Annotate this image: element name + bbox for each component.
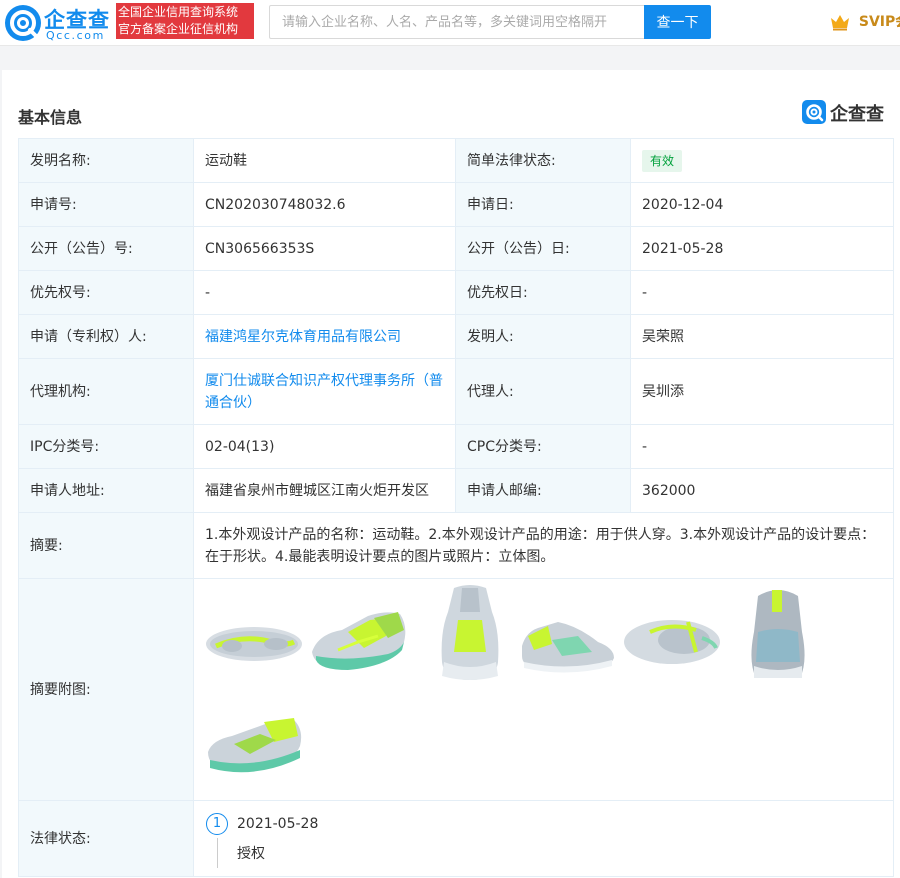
table-row: 公开（公告）号: CN306566353S 公开（公告）日: 2021-05-2… [18, 226, 894, 271]
watermark-brand-name: 企查查 [830, 104, 884, 125]
abstract-value: 1.本外观设计产品的名称：运动鞋。2.本外观设计产品的用途：用于供人穿。3.本外… [193, 512, 894, 579]
table-row: 摘要: 1.本外观设计产品的名称：运动鞋。2.本外观设计产品的用途：用于供人穿。… [18, 512, 894, 579]
address-label: 申请人地址: [18, 468, 194, 513]
shoe-image-back[interactable] [420, 582, 520, 682]
shoe-image-front[interactable] [728, 582, 828, 682]
inventor-value: 吴荣照 [630, 314, 894, 359]
top-navbar: 企查查 Qcc.com 全国企业信用查询系统 官方备案企业征信机构 查一下 SV… [0, 0, 900, 46]
app-no-value: CN202030748032.6 [193, 182, 456, 227]
search-button[interactable]: 查一下 [644, 5, 711, 39]
shoe-image-side-left[interactable] [518, 596, 618, 696]
shoe-image-side-right[interactable] [308, 590, 408, 690]
priority-date-value: - [630, 270, 894, 315]
legal-status-cell: 有效 [630, 138, 894, 183]
invention-name-label: 发明名称: [18, 138, 194, 183]
applicant-cell: 福建鸿星尔克体育用品有限公司 [193, 314, 456, 359]
cpc-label: CPC分类号: [455, 424, 631, 469]
applicant-link[interactable]: 福建鸿星尔克体育用品有限公司 [205, 329, 401, 345]
pub-no-value: CN306566353S [193, 226, 456, 271]
timeline-step-number: 1 [206, 812, 228, 835]
legal-cell: 1 2021-05-28 授权 [193, 800, 894, 877]
priority-date-label: 优先权日: [455, 270, 631, 315]
app-date-label: 申请日: [455, 182, 631, 227]
abstract-label: 摘要: [18, 512, 194, 579]
postcode-value: 362000 [630, 468, 894, 513]
ipc-value: 02-04(13) [193, 424, 456, 469]
table-row: 代理机构: 厦门仕诚联合知识产权代理事务所（普通合伙） 代理人: 吴圳添 [18, 358, 894, 425]
priority-no-label: 优先权号: [18, 270, 194, 315]
table-row: 发明名称: 运动鞋 简单法律状态: 有效 [18, 138, 894, 183]
logo-domain: Qcc.com [46, 29, 105, 42]
table-row: 申请号: CN202030748032.6 申请日: 2020-12-04 [18, 182, 894, 227]
table-row: 摘要附图: [18, 578, 894, 801]
pub-date-value: 2021-05-28 [630, 226, 894, 271]
pub-no-label: 公开（公告）号: [18, 226, 194, 271]
legal-status-label: 简单法律状态: [455, 138, 631, 183]
search-input[interactable] [270, 6, 644, 38]
timeline-date: 2021-05-28 [237, 815, 319, 832]
crown-icon [831, 15, 849, 31]
tagline-line-1: 全国企业信用查询系统 [118, 5, 239, 19]
abstract-images-label: 摘要附图: [18, 578, 194, 801]
tagline-line-2: 官方备案企业征信机构 [118, 22, 239, 36]
patent-info-table: 发明名称: 运动鞋 简单法律状态: 有效 申请号: CN202030748032… [18, 138, 894, 877]
pub-date-label: 公开（公告）日: [455, 226, 631, 271]
timeline-event: 授权 [237, 845, 265, 862]
agency-cell: 厦门仕诚联合知识产权代理事务所（普通合伙） [193, 358, 456, 425]
qcc-logo-icon [5, 5, 41, 41]
search-box [269, 5, 644, 39]
postcode-label: 申请人邮编: [455, 468, 631, 513]
app-no-label: 申请号: [18, 182, 194, 227]
agency-label: 代理机构: [18, 358, 194, 425]
legal-timeline: 1 2021-05-28 授权 [206, 802, 893, 876]
table-row: 申请人地址: 福建省泉州市鲤城区江南火炬开发区 申请人邮编: 362000 [18, 468, 894, 513]
qcc-logo[interactable]: 企查查 Qcc.com [4, 4, 112, 42]
ipc-label: IPC分类号: [18, 424, 194, 469]
tagline-badge: 全国企业信用查询系统 官方备案企业征信机构 [116, 3, 254, 39]
svip-label: SVIP会 [858, 14, 900, 30]
priority-no-value: - [193, 270, 456, 315]
table-row: 法律状态: 1 2021-05-28 授权 [18, 800, 894, 877]
applicant-label: 申请（专利权）人: [18, 314, 194, 359]
status-badge: 有效 [642, 149, 683, 172]
shoe-image-angled[interactable] [204, 700, 304, 800]
invention-name-value: 运动鞋 [193, 138, 456, 183]
section-title: 基本信息 [18, 108, 83, 127]
legal-label: 法律状态: [18, 800, 194, 877]
table-row: 优先权号: - 优先权日: - [18, 270, 894, 315]
svip-entry[interactable]: SVIP会 [830, 11, 900, 33]
abstract-image-gallery [202, 580, 893, 800]
table-row: 申请（专利权）人: 福建鸿星尔克体育用品有限公司 发明人: 吴荣照 [18, 314, 894, 359]
app-date-value: 2020-12-04 [630, 182, 894, 227]
inventor-label: 发明人: [455, 314, 631, 359]
abstract-images-cell [193, 578, 894, 801]
agency-link[interactable]: 厦门仕诚联合知识产权代理事务所（普通合伙） [205, 373, 443, 411]
agent-value: 吴圳添 [630, 358, 894, 425]
agent-label: 代理人: [455, 358, 631, 425]
shoe-image-top[interactable] [622, 592, 722, 692]
shoe-image-sole[interactable] [204, 590, 304, 690]
cpc-value: - [630, 424, 894, 469]
qcc-logo-icon [802, 100, 826, 124]
table-row: IPC分类号: 02-04(13) CPC分类号: - [18, 424, 894, 469]
timeline-connector [217, 837, 218, 868]
basic-info-card: 基本信息 企查查 发明名称: 运动鞋 简单法律状态: 有效 申请号: CN202… [2, 70, 900, 878]
qcc-watermark-logo: 企查查 [802, 100, 898, 128]
address-value: 福建省泉州市鲤城区江南火炬开发区 [193, 468, 456, 513]
